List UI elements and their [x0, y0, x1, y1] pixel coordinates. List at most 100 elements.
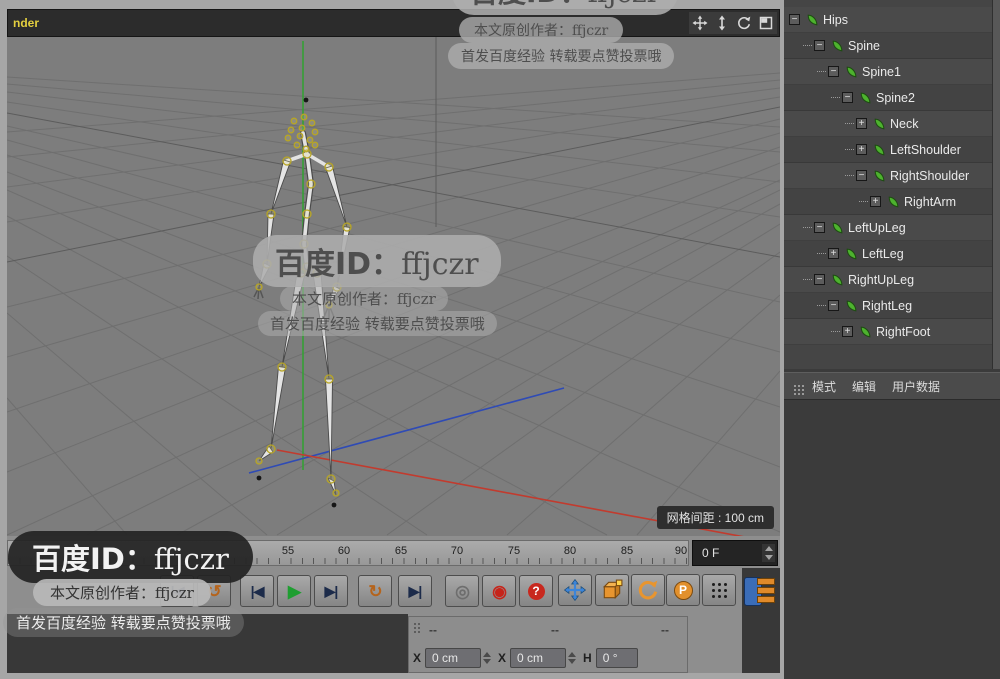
- layers-bar: [757, 587, 775, 594]
- scale-tool-button[interactable]: [595, 574, 629, 606]
- record-scale-button[interactable]: ◎: [445, 575, 479, 607]
- field-label: H: [583, 651, 592, 665]
- move-tool-button[interactable]: [558, 574, 592, 606]
- tree-item-label: RightUpLeg: [848, 272, 915, 287]
- tree-item-label: LeftShoulder: [890, 142, 961, 157]
- tree-item-spine2[interactable]: − Spine2: [784, 85, 1000, 111]
- bone-icon: [830, 39, 844, 53]
- bone-icon: [872, 143, 886, 157]
- tree-scrollbar[interactable]: [992, 0, 1000, 369]
- expand-toggle[interactable]: +: [856, 118, 867, 129]
- object-manager-panel: − Hips − Spine − Spine1 − Spine2 + Neck …: [784, 0, 1000, 679]
- field-label: X: [498, 651, 507, 665]
- tree-item-neck[interactable]: + Neck: [784, 111, 1000, 137]
- scale-tool-icon: [602, 579, 623, 600]
- tree-connector: [845, 123, 854, 124]
- expand-toggle[interactable]: −: [828, 66, 839, 77]
- expand-toggle[interactable]: −: [814, 274, 825, 285]
- menu-edit[interactable]: 编辑: [852, 378, 876, 395]
- ruler-number: 70: [450, 545, 464, 557]
- autokey-help-button[interactable]: ?: [519, 575, 553, 607]
- next-key-button[interactable]: ▶|: [314, 575, 348, 607]
- rotate-tool-icon: [638, 580, 658, 600]
- tree-item-label: Hips: [823, 12, 849, 27]
- p-coordinate-button[interactable]: P: [666, 574, 700, 606]
- coordinate-fields-row: X 0 cm X 0 cm H 0 °: [413, 646, 685, 670]
- tree-item-spine[interactable]: − Spine: [784, 33, 1000, 59]
- tree-item-label: RightArm: [904, 194, 957, 209]
- previous-key-button[interactable]: |◀: [240, 575, 274, 607]
- coordinates-panel: -- -- -- X 0 cm X 0 cm H 0 °: [408, 616, 688, 673]
- grid-dots-icon: [712, 583, 715, 586]
- goto-end-icon: ▶|: [408, 583, 423, 599]
- panel-grip-icon: [414, 623, 416, 625]
- tree-item-label: LeftUpLeg: [848, 220, 906, 235]
- bone-icon: [830, 221, 844, 235]
- expand-toggle[interactable]: +: [842, 326, 853, 337]
- expand-toggle[interactable]: −: [842, 92, 853, 103]
- expand-toggle[interactable]: −: [789, 14, 800, 25]
- play-button[interactable]: ▶: [277, 575, 311, 607]
- tree-connector: [803, 45, 812, 46]
- tree-item-rightupleg[interactable]: − RightUpLeg: [784, 267, 1000, 293]
- expand-toggle[interactable]: +: [828, 248, 839, 259]
- tree-connector: [803, 227, 812, 228]
- menu-user-data[interactable]: 用户数据: [892, 378, 940, 395]
- ruler-number: 90: [674, 545, 688, 557]
- tree-item-label: Spine2: [876, 90, 915, 105]
- watermark-center-tip: 首发百度经验 转载要点赞投票哦: [258, 311, 497, 336]
- bone-icon: [872, 169, 886, 183]
- record-icon: ◉: [492, 581, 507, 601]
- bone-icon: [830, 273, 844, 287]
- ruler-number: 80: [563, 545, 577, 557]
- expand-toggle[interactable]: −: [856, 170, 867, 181]
- tree-item-leftupleg[interactable]: − LeftUpLeg: [784, 215, 1000, 241]
- p-coordinate-icon: P: [673, 580, 693, 600]
- attribute-mode-bar: 模式 编辑 用户数据: [784, 372, 1000, 400]
- rotate-view-icon[interactable]: [735, 14, 754, 33]
- expand-toggle[interactable]: +: [856, 144, 867, 155]
- c4d-window: nder 网格间距: 100 cm − Hips − Spine − Spin…: [0, 0, 1000, 679]
- loop-button[interactable]: ↻: [358, 575, 392, 607]
- grid-snap-button[interactable]: [702, 574, 736, 606]
- layers-panel-button[interactable]: [744, 576, 780, 606]
- frame-stepper[interactable]: [762, 544, 775, 562]
- layers-bar: [757, 578, 775, 585]
- expand-toggle[interactable]: −: [828, 300, 839, 311]
- menu-mode[interactable]: 模式: [812, 378, 836, 395]
- maximize-view-icon[interactable]: [757, 14, 776, 33]
- frame-number-field[interactable]: 0 F: [692, 540, 778, 566]
- watermark-top-tip: 首发百度经验 转载要点赞投票哦: [448, 43, 675, 69]
- expand-toggle[interactable]: +: [870, 196, 881, 207]
- tree-connector: [831, 331, 840, 332]
- field-value[interactable]: 0 cm: [425, 648, 482, 668]
- watermark-bottom-author: 本文原创作者：ffjczr: [33, 579, 211, 606]
- pan-view-icon[interactable]: [691, 14, 710, 33]
- rotate-tool-button[interactable]: [631, 574, 665, 606]
- layers-bar: [757, 596, 775, 603]
- field-value[interactable]: 0 cm: [510, 648, 567, 668]
- tree-item-leftleg[interactable]: + LeftLeg: [784, 241, 1000, 267]
- goto-end-button[interactable]: ▶|: [398, 575, 432, 607]
- tree-item-rightfoot[interactable]: + RightFoot: [784, 319, 1000, 345]
- grid-spacing-label: 网格间距 : 100 cm: [656, 506, 774, 529]
- tree-item-rightleg[interactable]: − RightLeg: [784, 293, 1000, 319]
- watermark-id-value: ffjczr: [588, 0, 660, 9]
- field-stepper[interactable]: [568, 652, 577, 664]
- tree-item-label: RightShoulder: [890, 168, 970, 183]
- record-dim-icon: ◎: [455, 581, 470, 601]
- tree-item-leftshoulder[interactable]: + LeftShoulder: [784, 137, 1000, 163]
- tree-item-label: Spine: [848, 38, 880, 53]
- dolly-view-icon[interactable]: [713, 14, 732, 33]
- tree-item-hips[interactable]: − Hips: [784, 7, 1000, 33]
- tree-connector: [845, 149, 854, 150]
- field-value[interactable]: 0 °: [595, 648, 638, 668]
- record-keyframe-button[interactable]: ◉: [482, 575, 516, 607]
- watermark-bottom-id: 百度ID：ffjczr: [8, 531, 253, 583]
- field-stepper[interactable]: [483, 652, 492, 664]
- tree-item-rightarm[interactable]: + RightArm: [784, 189, 1000, 215]
- expand-toggle[interactable]: −: [814, 222, 825, 233]
- expand-toggle[interactable]: −: [814, 40, 825, 51]
- tree-item-rightshoulder[interactable]: − RightShoulder: [784, 163, 1000, 189]
- tree-item-spine1[interactable]: − Spine1: [784, 59, 1000, 85]
